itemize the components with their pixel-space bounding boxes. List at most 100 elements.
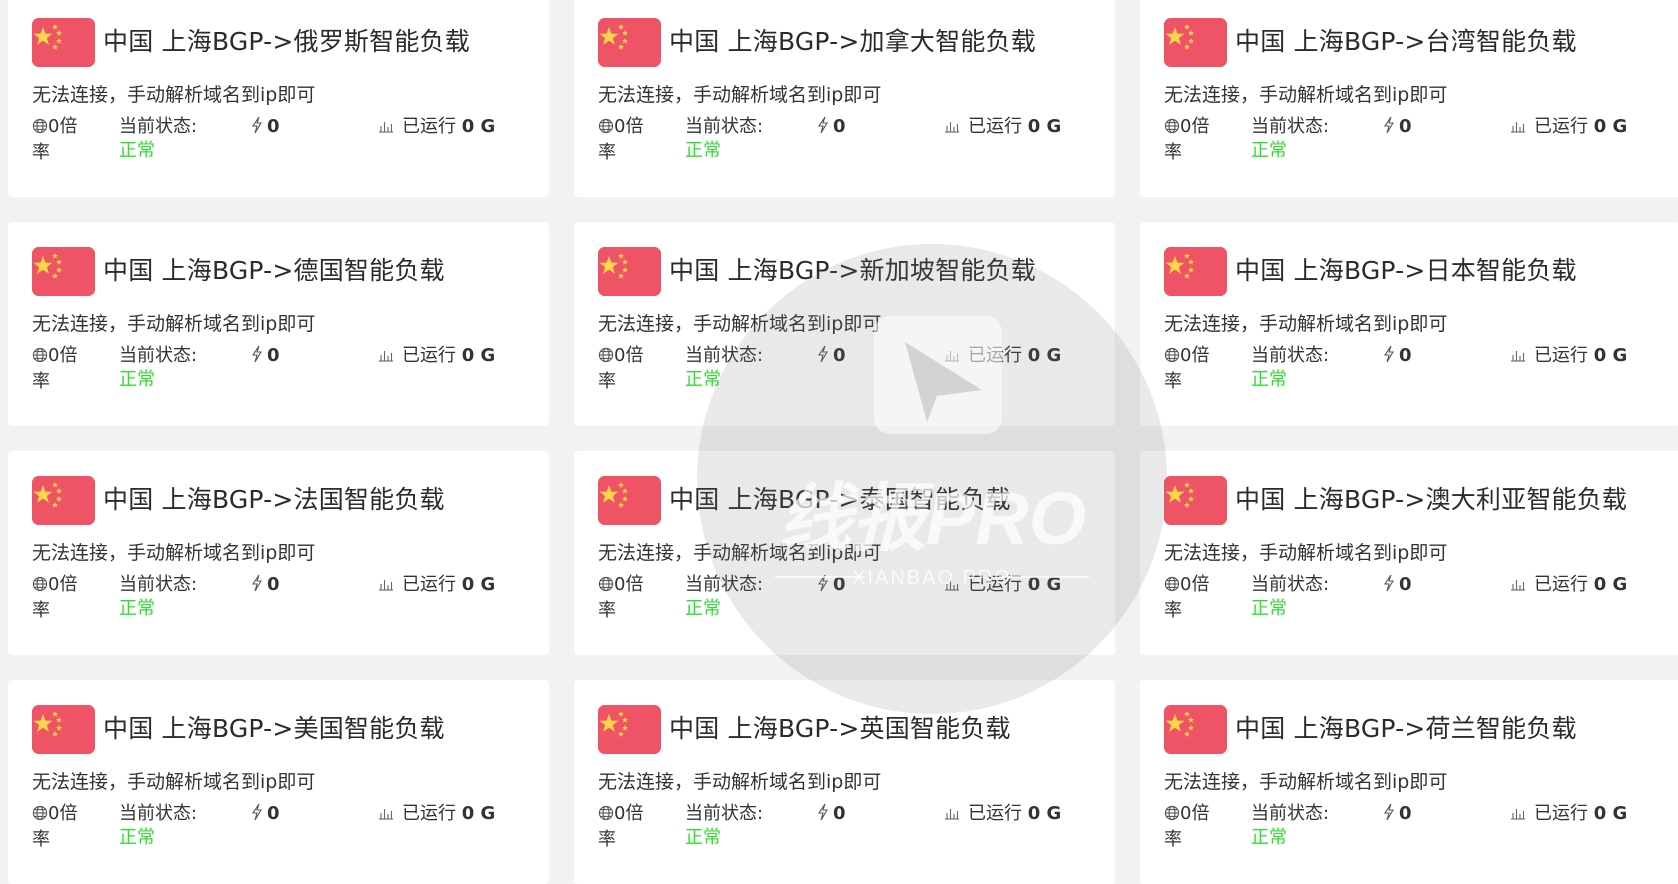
speed-stat: 0 <box>1383 573 1412 599</box>
speed-stat: 0 <box>1383 802 1412 828</box>
status-label: 当前状态: <box>685 574 764 595</box>
china-flag-icon <box>32 18 95 67</box>
speed-value: 0 <box>267 574 280 595</box>
lightning-icon <box>1383 803 1395 828</box>
node-title: 中国 上海BGP->加拿大智能负载 <box>669 27 1036 56</box>
speed-stat: 0 <box>1383 344 1412 370</box>
node-card[interactable]: 中国 上海BGP->台湾智能负载 无法连接，手动解析域名到ip即可 0倍率 当前… <box>1140 0 1678 197</box>
bar-chart-icon <box>378 345 394 369</box>
run-value: 0 G <box>461 574 496 595</box>
status-stat: 当前状态: 正常 <box>119 344 219 392</box>
run-label: 已运行 <box>968 803 1022 824</box>
globe-icon <box>32 804 48 828</box>
run-value: 0 G <box>1027 116 1062 137</box>
status-value: 正常 <box>1251 598 1287 619</box>
node-card[interactable]: 中国 上海BGP->加拿大智能负载 无法连接，手动解析域名到ip即可 0倍率 当… <box>574 0 1115 197</box>
status-value: 正常 <box>685 827 721 848</box>
node-card[interactable]: 中国 上海BGP->澳大利亚智能负载 无法连接，手动解析域名到ip即可 0倍率 … <box>1140 451 1678 655</box>
run-stat: 已运行 0 G <box>378 344 495 369</box>
status-label: 当前状态: <box>1251 116 1330 137</box>
status-value: 正常 <box>1251 140 1287 161</box>
speed-stat: 0 <box>251 802 280 828</box>
lightning-icon <box>817 116 829 141</box>
node-title: 中国 上海BGP->俄罗斯智能负载 <box>103 27 470 56</box>
run-value: 0 G <box>1593 345 1628 366</box>
node-title: 中国 上海BGP->德国智能负载 <box>103 256 445 285</box>
run-stat: 已运行 0 G <box>944 573 1061 598</box>
globe-icon <box>598 117 614 141</box>
run-value: 0 G <box>1593 803 1628 824</box>
status-label: 当前状态: <box>685 345 764 366</box>
node-card[interactable]: 中国 上海BGP->美国智能负载 无法连接，手动解析域名到ip即可 0倍率 当前… <box>8 680 549 884</box>
node-title: 中国 上海BGP->新加坡智能负载 <box>669 256 1036 285</box>
china-flag-icon <box>1164 247 1227 296</box>
run-stat: 已运行 0 G <box>1510 344 1627 369</box>
globe-icon <box>32 575 48 599</box>
speed-stat: 0 <box>251 573 280 599</box>
globe-icon <box>1164 346 1180 370</box>
speed-value: 0 <box>267 345 280 366</box>
run-stat: 已运行 0 G <box>378 115 495 140</box>
node-title: 中国 上海BGP->日本智能负载 <box>1235 256 1577 285</box>
speed-stat: 0 <box>1383 115 1412 141</box>
run-label: 已运行 <box>1534 116 1588 137</box>
china-flag-icon <box>32 476 95 525</box>
globe-icon <box>32 117 48 141</box>
globe-icon <box>1164 804 1180 828</box>
speed-value: 0 <box>1399 345 1412 366</box>
run-value: 0 G <box>1027 803 1062 824</box>
rate-stat: 0倍率 <box>32 115 94 165</box>
node-card[interactable]: 中国 上海BGP->新加坡智能负载 无法连接，手动解析域名到ip即可 0倍率 当… <box>574 222 1115 426</box>
run-value: 0 G <box>1593 574 1628 595</box>
status-stat: 当前状态: 正常 <box>119 802 219 850</box>
node-card[interactable]: 中国 上海BGP->俄罗斯智能负载 无法连接，手动解析域名到ip即可 0倍率 当… <box>8 0 549 197</box>
status-stat: 当前状态: 正常 <box>1251 115 1351 163</box>
node-description: 无法连接，手动解析域名到ip即可 <box>1164 313 1448 335</box>
node-card[interactable]: 中国 上海BGP->泰国智能负载 无法连接，手动解析域名到ip即可 0倍率 当前… <box>574 451 1115 655</box>
node-card[interactable]: 中国 上海BGP->荷兰智能负载 无法连接，手动解析域名到ip即可 0倍率 当前… <box>1140 680 1678 884</box>
node-title: 中国 上海BGP->美国智能负载 <box>103 714 445 743</box>
bar-chart-icon <box>378 803 394 827</box>
lightning-icon <box>1383 116 1395 141</box>
run-label: 已运行 <box>402 116 456 137</box>
run-label: 已运行 <box>402 803 456 824</box>
speed-value: 0 <box>1399 116 1412 137</box>
run-value: 0 G <box>1593 116 1628 137</box>
lightning-icon <box>251 803 263 828</box>
node-title: 中国 上海BGP->英国智能负载 <box>669 714 1011 743</box>
node-card[interactable]: 中国 上海BGP->德国智能负载 无法连接，手动解析域名到ip即可 0倍率 当前… <box>8 222 549 426</box>
china-flag-icon <box>1164 476 1227 525</box>
status-value: 正常 <box>119 369 155 390</box>
node-card[interactable]: 中国 上海BGP->日本智能负载 无法连接，手动解析域名到ip即可 0倍率 当前… <box>1140 222 1678 426</box>
node-description: 无法连接，手动解析域名到ip即可 <box>598 771 882 793</box>
node-title: 中国 上海BGP->台湾智能负载 <box>1235 27 1577 56</box>
china-flag-icon <box>598 247 661 296</box>
rate-stat: 0倍率 <box>598 115 660 165</box>
run-value: 0 G <box>461 116 496 137</box>
bar-chart-icon <box>1510 116 1526 140</box>
bar-chart-icon <box>1510 345 1526 369</box>
bar-chart-icon <box>1510 803 1526 827</box>
china-flag-icon <box>598 476 661 525</box>
bar-chart-icon <box>944 116 960 140</box>
node-description: 无法连接，手动解析域名到ip即可 <box>598 313 882 335</box>
node-card[interactable]: 中国 上海BGP->英国智能负载 无法连接，手动解析域名到ip即可 0倍率 当前… <box>574 680 1115 884</box>
rate-stat: 0倍率 <box>32 344 94 394</box>
node-description: 无法连接，手动解析域名到ip即可 <box>32 313 316 335</box>
run-stat: 已运行 0 G <box>1510 573 1627 598</box>
node-card[interactable]: 中国 上海BGP->法国智能负载 无法连接，手动解析域名到ip即可 0倍率 当前… <box>8 451 549 655</box>
globe-icon <box>1164 117 1180 141</box>
globe-icon <box>1164 575 1180 599</box>
lightning-icon <box>251 345 263 370</box>
run-label: 已运行 <box>1534 803 1588 824</box>
china-flag-icon <box>1164 18 1227 67</box>
run-stat: 已运行 0 G <box>1510 115 1627 140</box>
status-value: 正常 <box>1251 369 1287 390</box>
rate-stat: 0倍率 <box>598 344 660 394</box>
speed-value: 0 <box>833 574 846 595</box>
speed-stat: 0 <box>817 802 846 828</box>
status-stat: 当前状态: 正常 <box>119 573 219 621</box>
status-value: 正常 <box>685 140 721 161</box>
rate-stat: 0倍率 <box>1164 344 1226 394</box>
run-stat: 已运行 0 G <box>378 802 495 827</box>
